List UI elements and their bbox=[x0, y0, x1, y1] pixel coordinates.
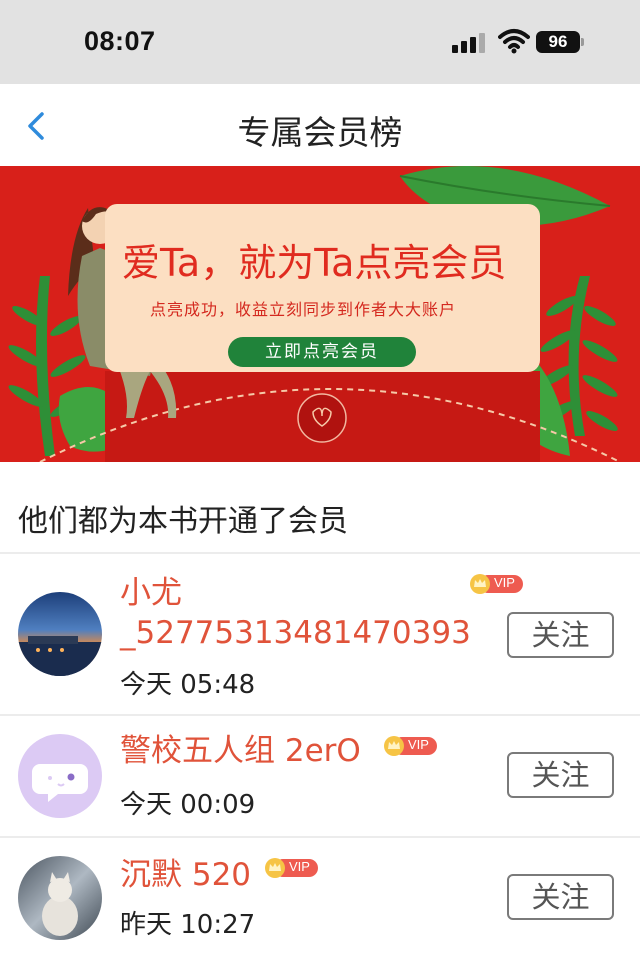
follow-button[interactable]: 关注 bbox=[507, 752, 614, 798]
vip-badge-label: VIP bbox=[408, 737, 429, 752]
battery-indicator: 96 bbox=[536, 31, 580, 53]
banner-headline: 爱Ta，就为Ta点亮会员 bbox=[122, 241, 507, 285]
avatar-image bbox=[18, 636, 102, 676]
avatar[interactable] bbox=[18, 856, 102, 940]
avatar[interactable] bbox=[18, 734, 102, 818]
vip-badge-label: VIP bbox=[494, 575, 515, 590]
section-title: 他们都为本书开通了会员 bbox=[18, 504, 348, 539]
member-name[interactable]: 警校五人组 2erO bbox=[120, 732, 361, 770]
member-row: 小尤 _52775313481470393 VIP 今天 05:48 关注 bbox=[0, 554, 640, 714]
member-join-time: 今天 05:48 bbox=[120, 670, 256, 700]
nav-bar: 专属会员榜 bbox=[0, 84, 640, 166]
page-title: 专属会员榜 bbox=[237, 113, 403, 152]
cellular-signal-icon bbox=[452, 33, 486, 53]
member-join-time: 昨天 10:27 bbox=[120, 910, 256, 940]
battery-nub bbox=[581, 38, 584, 46]
banner-subtitle: 点亮成功，收益立刻同步到作者大大账户 bbox=[150, 300, 457, 319]
vip-badge: VIP bbox=[469, 574, 525, 594]
default-avatar-icon bbox=[32, 764, 88, 802]
member-name[interactable]: 沉默 520 bbox=[120, 856, 251, 894]
status-bar: 08:07 96 bbox=[0, 0, 640, 84]
status-time: 08:07 bbox=[84, 26, 156, 56]
member-name-continued[interactable]: _52775313481470393 bbox=[120, 614, 471, 652]
avatar-image bbox=[42, 872, 78, 936]
member-name[interactable]: 小尤 bbox=[120, 574, 182, 612]
member-join-time: 今天 00:09 bbox=[120, 790, 256, 820]
member-row: 警校五人组 2erO VIP 今天 00:09 关注 bbox=[0, 716, 640, 836]
avatar[interactable] bbox=[18, 592, 102, 676]
activate-membership-button[interactable]: 立即点亮会员 bbox=[228, 337, 416, 367]
follow-button[interactable]: 关注 bbox=[507, 612, 614, 658]
wifi-icon bbox=[498, 29, 530, 54]
vip-badge: VIP bbox=[383, 736, 439, 756]
follow-button[interactable]: 关注 bbox=[507, 874, 614, 920]
promo-banner[interactable]: 爱Ta，就为Ta点亮会员 点亮成功，收益立刻同步到作者大大账户 立即点亮会员 bbox=[0, 166, 640, 462]
vip-badge: VIP bbox=[264, 858, 320, 878]
vip-badge-label: VIP bbox=[289, 859, 310, 874]
member-row: 沉默 520 VIP 昨天 10:27 关注 bbox=[0, 838, 640, 953]
